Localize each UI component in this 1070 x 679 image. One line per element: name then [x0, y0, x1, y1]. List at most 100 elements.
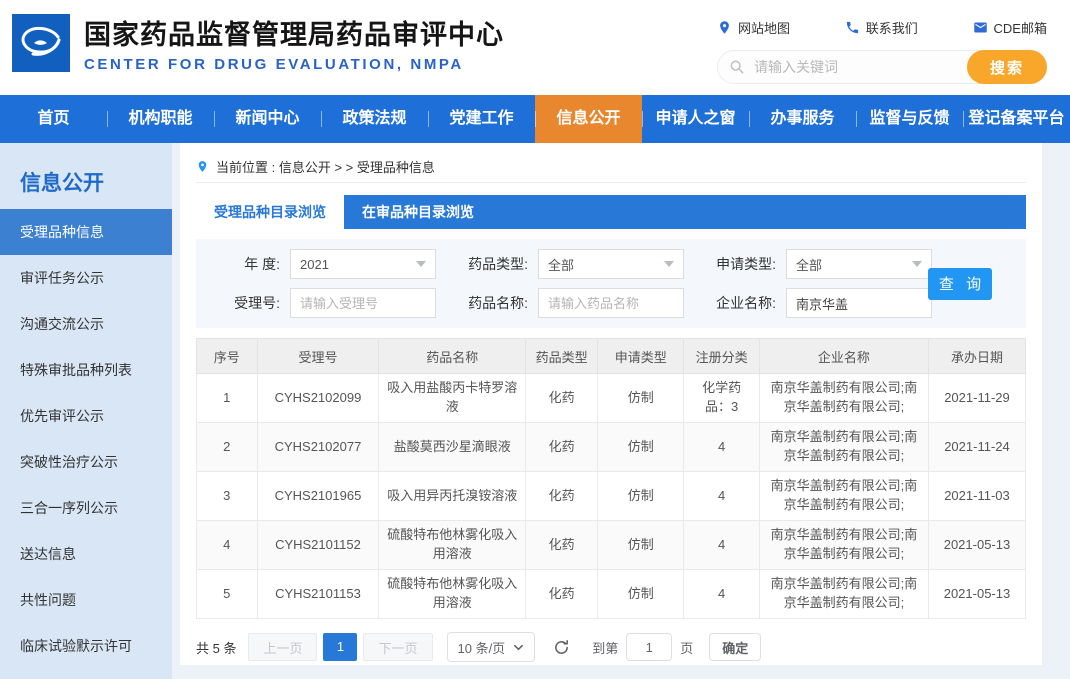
- year-label: 年 度:: [208, 254, 280, 274]
- current-page[interactable]: 1: [323, 633, 357, 661]
- nav-item[interactable]: 首页: [0, 95, 107, 143]
- search-button[interactable]: 搜索: [967, 50, 1047, 84]
- sidebar-item[interactable]: 共性问题: [0, 577, 172, 623]
- tab[interactable]: 在审品种目录浏览: [344, 195, 492, 229]
- sidebar-menu: 受理品种信息审评任务公示沟通交流公示特殊审批品种列表优先审评公示突破性治疗公示三…: [0, 209, 172, 679]
- phone-icon: [845, 20, 860, 35]
- cell-apply-type: 仿制: [598, 472, 684, 521]
- cell-accept-no: CYHS2102099: [257, 374, 379, 423]
- cell-drug-name: 硫酸特布他林雾化吸入用溶液: [379, 570, 526, 619]
- breadcrumb-text: 当前位置 : 信息公开 > > 受理品种信息: [216, 157, 435, 176]
- table-row[interactable]: 4 CYHS2101152 硫酸特布他林雾化吸入用溶液 化药 仿制 4 南京华盖…: [197, 521, 1026, 570]
- table-header-cell: 承办日期: [928, 339, 1025, 374]
- query-button[interactable]: 查 询: [928, 268, 992, 300]
- contact-label: 联系我们: [866, 18, 918, 37]
- nav-item[interactable]: 登记备案平台: [963, 95, 1070, 143]
- cell-accept-no: CYHS2101965: [257, 472, 379, 521]
- table-header-cell: 申请类型: [598, 339, 684, 374]
- drug-type-select[interactable]: 全部: [538, 249, 684, 279]
- cde-logo: [12, 14, 70, 72]
- sidebar-item[interactable]: 优先审评公示: [0, 393, 172, 439]
- sidebar-item[interactable]: 突破性治疗公示: [0, 439, 172, 485]
- nav-item[interactable]: 新闻中心: [214, 95, 321, 143]
- cell-index: 2: [197, 423, 258, 472]
- confirm-button[interactable]: 确定: [709, 633, 761, 661]
- table-header-cell: 序号: [197, 339, 258, 374]
- site-title-en: CENTER FOR DRUG EVALUATION, NMPA: [84, 56, 504, 73]
- next-page-button[interactable]: 下一页: [363, 633, 432, 661]
- sitemap-link[interactable]: 网站地图: [717, 18, 790, 37]
- cell-reg-class: 4: [684, 570, 759, 619]
- location-pin-icon: [717, 20, 732, 35]
- nav-item[interactable]: 信息公开: [535, 95, 642, 143]
- sidebar-item[interactable]: 送达信息: [0, 531, 172, 577]
- tab[interactable]: 受理品种目录浏览: [196, 195, 344, 229]
- sidebar-item[interactable]: 受理品种信息: [0, 209, 172, 255]
- filter-panel: 年 度: 2021 药品类型: 全部 申请类型: 全部: [196, 239, 1026, 328]
- prev-page-button[interactable]: 上一页: [248, 633, 317, 661]
- table-header-cell: 药品名称: [379, 339, 526, 374]
- refresh-icon[interactable]: [553, 639, 570, 656]
- site-title-zh: 国家药品监督管理局药品审评中心: [84, 13, 504, 52]
- sitemap-label: 网站地图: [738, 18, 790, 37]
- year-value: 2021: [300, 257, 329, 272]
- cell-index: 5: [197, 570, 258, 619]
- sidebar-item[interactable]: 审评任务公示: [0, 255, 172, 301]
- contact-link[interactable]: 联系我们: [845, 18, 918, 37]
- quick-links: 网站地图 联系我们 CDE邮箱: [717, 18, 1047, 37]
- nav-item[interactable]: 党建工作: [428, 95, 535, 143]
- table-header-row: 序号受理号药品名称药品类型申请类型注册分类企业名称承办日期: [197, 339, 1026, 374]
- accept-no-input[interactable]: [290, 288, 436, 318]
- drug-name-label: 药品名称:: [456, 293, 528, 313]
- cell-drug-type: 化药: [526, 521, 598, 570]
- nav-item[interactable]: 政策法规: [321, 95, 428, 143]
- cell-index: 4: [197, 521, 258, 570]
- cell-company: 南京华盖制药有限公司;南京华盖制药有限公司;: [759, 374, 928, 423]
- table-row[interactable]: 5 CYHS2101153 硫酸特布他林雾化吸入用溶液 化药 仿制 4 南京华盖…: [197, 570, 1026, 619]
- cell-accept-no: CYHS2101153: [257, 570, 379, 619]
- cell-company: 南京华盖制药有限公司;南京华盖制药有限公司;: [759, 472, 928, 521]
- nav-item[interactable]: 申请人之窗: [642, 95, 749, 143]
- main-panel: 当前位置 : 信息公开 > > 受理品种信息 受理品种目录浏览在审品种目录浏览 …: [180, 143, 1042, 665]
- drug-type-label: 药品类型:: [456, 254, 528, 274]
- sidebar-item[interactable]: 上市药品信息: [0, 669, 172, 679]
- cell-drug-type: 化药: [526, 423, 598, 472]
- cell-date: 2021-11-29: [928, 374, 1025, 423]
- cde-mail-link[interactable]: CDE邮箱: [973, 18, 1047, 37]
- page-size-select[interactable]: 10 条/页: [447, 632, 536, 662]
- nav-item[interactable]: 机构职能: [107, 95, 214, 143]
- apply-type-label: 申请类型:: [704, 254, 776, 274]
- results-table: 序号受理号药品名称药品类型申请类型注册分类企业名称承办日期 1 CYHS2102…: [196, 338, 1026, 619]
- table-row[interactable]: 1 CYHS2102099 吸入用盐酸丙卡特罗溶液 化药 仿制 化学药品：3 南…: [197, 374, 1026, 423]
- sidebar-item[interactable]: 三合一序列公示: [0, 485, 172, 531]
- sidebar-item[interactable]: 沟通交流公示: [0, 301, 172, 347]
- goto-label: 到第: [592, 638, 618, 657]
- cde-mail-label: CDE邮箱: [994, 18, 1047, 37]
- nav-item[interactable]: 办事服务: [749, 95, 856, 143]
- site-header: 国家药品监督管理局药品审评中心 CENTER FOR DRUG EVALUATI…: [0, 0, 1070, 95]
- chevron-down-icon: [664, 261, 674, 267]
- sidebar-item[interactable]: 临床试验默示许可: [0, 623, 172, 669]
- cell-reg-class: 4: [684, 423, 759, 472]
- table-row[interactable]: 3 CYHS2101965 吸入用异丙托溴铵溶液 化药 仿制 4 南京华盖制药有…: [197, 472, 1026, 521]
- cell-reg-class: 4: [684, 521, 759, 570]
- cell-company: 南京华盖制药有限公司;南京华盖制药有限公司;: [759, 423, 928, 472]
- year-select[interactable]: 2021: [290, 249, 436, 279]
- table-header-cell: 注册分类: [684, 339, 759, 374]
- apply-type-value: 全部: [796, 255, 822, 274]
- company-label: 企业名称:: [704, 293, 776, 313]
- company-input[interactable]: [786, 288, 932, 318]
- table-row[interactable]: 2 CYHS2102077 盐酸莫西沙星滴眼液 化药 仿制 4 南京华盖制药有限…: [197, 423, 1026, 472]
- cell-company: 南京华盖制药有限公司;南京华盖制药有限公司;: [759, 570, 928, 619]
- drug-name-input[interactable]: [538, 288, 684, 318]
- table-header-cell: 药品类型: [526, 339, 598, 374]
- sidebar-title: 信息公开: [0, 143, 172, 209]
- page-unit-label: 页: [680, 638, 693, 657]
- cell-date: 2021-11-03: [928, 472, 1025, 521]
- sidebar-item[interactable]: 特殊审批品种列表: [0, 347, 172, 393]
- nav-item[interactable]: 监督与反馈: [856, 95, 963, 143]
- apply-type-select[interactable]: 全部: [786, 249, 932, 279]
- drug-type-value: 全部: [548, 255, 574, 274]
- chevron-down-icon: [513, 642, 524, 653]
- goto-page-input[interactable]: [626, 633, 672, 661]
